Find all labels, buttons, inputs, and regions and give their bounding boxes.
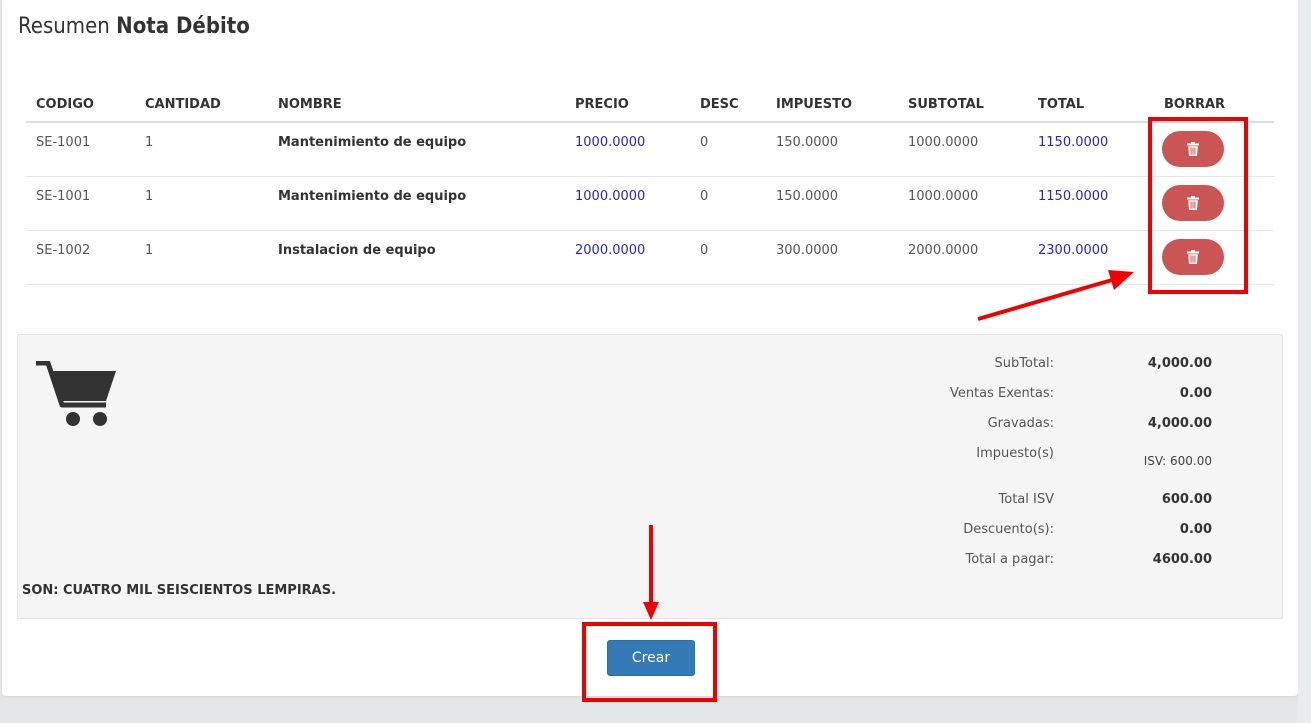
total-isv-value: 600.00 [1161, 492, 1212, 507]
table-row: SE-1001 1 Mantenimiento de equipo 1000.0… [26, 176, 1274, 231]
cell-desc: 0 [690, 176, 766, 231]
cell-cantidad: 1 [135, 122, 268, 177]
header-precio: PRECIO [565, 88, 690, 123]
page-title-bold: Nota Débito [116, 14, 250, 39]
cell-precio: 2000.0000 [565, 230, 690, 285]
header-subtotal: SUBTOTAL [898, 88, 1028, 123]
header-total: TOTAL [1028, 88, 1153, 123]
cell-codigo: SE-1001 [26, 122, 135, 177]
cell-nombre: Mantenimiento de equipo [268, 122, 565, 177]
cell-subtotal: 2000.0000 [898, 230, 1028, 285]
cell-desc: 0 [690, 230, 766, 285]
cell-total: 1150.0000 [1028, 122, 1153, 177]
page-edge [1298, 0, 1311, 723]
total-isv-label: Total ISV [998, 492, 1054, 507]
cell-impuesto: 300.0000 [766, 230, 898, 285]
cell-precio: 1000.0000 [565, 122, 690, 177]
table-row: SE-1002 1 Instalacion de equipo 2000.000… [26, 230, 1274, 285]
cell-subtotal: 1000.0000 [898, 122, 1028, 177]
header-impuesto: IMPUESTO [766, 88, 898, 123]
cell-codigo: SE-1002 [26, 230, 135, 285]
annotation-box-crear-button [582, 622, 717, 702]
cell-nombre: Mantenimiento de equipo [268, 176, 565, 231]
shopping-cart-icon [36, 361, 116, 426]
total-pagar-value: 4600.00 [1152, 552, 1212, 567]
items-table: CODIGO CANTIDAD NOMBRE PRECIO DESC IMPUE… [26, 88, 1274, 285]
header-desc: DESC [690, 88, 766, 123]
impuestos-label: Impuesto(s) [976, 446, 1054, 461]
cell-desc: 0 [690, 122, 766, 177]
table-header-row: CODIGO CANTIDAD NOMBRE PRECIO DESC IMPUE… [26, 88, 1274, 123]
cell-impuesto: 150.0000 [766, 176, 898, 231]
total-pagar-label: Total a pagar: [965, 552, 1054, 567]
gravadas-label: Gravadas: [987, 416, 1054, 431]
descuentos-label: Descuento(s): [963, 522, 1054, 537]
gravadas-value: 4,000.00 [1147, 416, 1212, 431]
impuestos-value: ISV: 600.00 [1143, 454, 1212, 468]
page-title-prefix: Resumen [18, 14, 110, 39]
ventas-exentas-label: Ventas Exentas: [949, 386, 1054, 401]
header-cantidad: CANTIDAD [135, 88, 268, 123]
cell-nombre: Instalacion de equipo [268, 230, 565, 285]
cell-cantidad: 1 [135, 230, 268, 285]
subtotal-value: 4,000.00 [1147, 356, 1212, 371]
annotation-box-delete-buttons [1148, 117, 1248, 294]
cell-subtotal: 1000.0000 [898, 176, 1028, 231]
summary-box: SubTotal: 4,000.00 Ventas Exentas: 0.00 … [17, 334, 1283, 619]
page-title: Resumen Nota Débito [18, 14, 250, 39]
header-nombre: NOMBRE [268, 88, 565, 123]
cell-total: 1150.0000 [1028, 176, 1153, 231]
subtotal-label: SubTotal: [994, 356, 1054, 371]
cell-cantidad: 1 [135, 176, 268, 231]
cell-precio: 1000.0000 [565, 176, 690, 231]
amount-in-words: SON: CUATRO MIL SEISCIENTOS LEMPIRAS. [22, 583, 337, 598]
cell-codigo: SE-1001 [26, 176, 135, 231]
ventas-exentas-value: 0.00 [1179, 386, 1212, 401]
descuentos-value: 0.00 [1179, 522, 1212, 537]
table-row: SE-1001 1 Mantenimiento de equipo 1000.0… [26, 122, 1274, 177]
cell-total: 2300.0000 [1028, 230, 1153, 285]
header-codigo: CODIGO [26, 88, 135, 123]
cell-impuesto: 150.0000 [766, 122, 898, 177]
